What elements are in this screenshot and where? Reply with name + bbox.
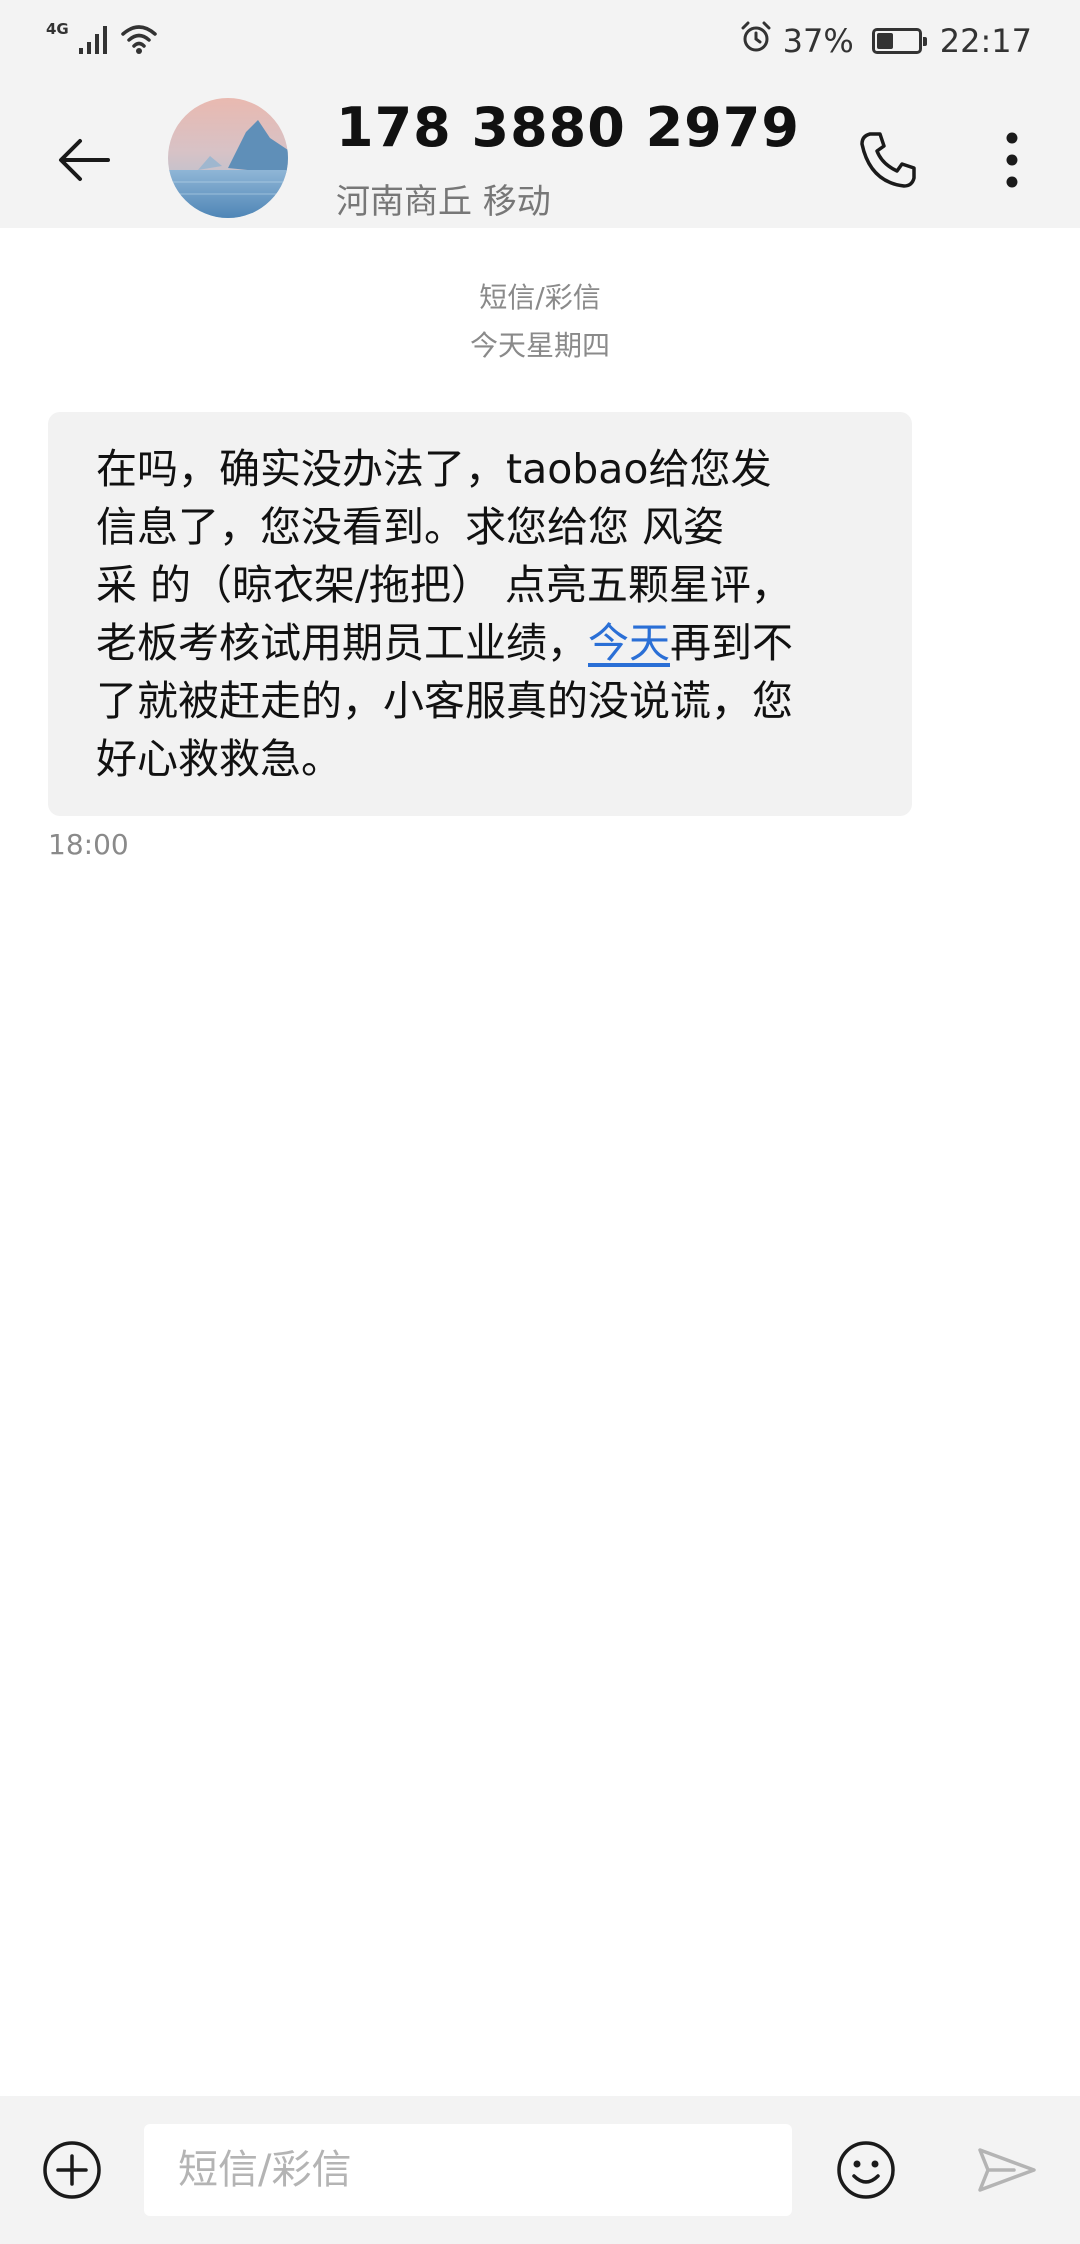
message-list[interactable]: 短信/彩信 今天星期四 在吗，确实没办法了，taobao给您发 信息了，您没看到… bbox=[0, 228, 1080, 2096]
send-icon bbox=[978, 2148, 1036, 2192]
message-line: 采 的（晾衣架/拖把） 点亮五颗星评， bbox=[96, 561, 792, 609]
back-button[interactable] bbox=[44, 120, 124, 200]
call-button[interactable] bbox=[848, 120, 928, 200]
status-left: 4G bbox=[46, 18, 159, 64]
signal-icon bbox=[77, 22, 111, 60]
message-input[interactable] bbox=[144, 2124, 792, 2216]
emoji-button[interactable] bbox=[826, 2130, 906, 2210]
message-text: 老板考核试用期员工业绩， bbox=[96, 619, 588, 667]
clock: 22:17 bbox=[939, 22, 1032, 60]
phone-icon bbox=[860, 132, 916, 188]
add-circle-icon bbox=[43, 2141, 101, 2199]
message-type-label: 短信/彩信 bbox=[479, 281, 601, 314]
contact-number: 178 3880 2979 bbox=[336, 96, 800, 159]
date-link[interactable]: 今天 bbox=[588, 619, 670, 667]
compose-bar bbox=[0, 2096, 1080, 2244]
battery-percent: 37% bbox=[782, 22, 854, 60]
message-line: 老板考核试用期员工业绩，今天再到不 bbox=[96, 614, 872, 672]
wifi-icon bbox=[119, 22, 159, 60]
alarm-icon bbox=[739, 20, 773, 62]
battery-icon bbox=[871, 28, 927, 54]
battery-fill bbox=[876, 33, 894, 49]
avatar[interactable] bbox=[168, 98, 288, 218]
emoji-icon bbox=[837, 2141, 895, 2199]
message-line: 好心救救急。 bbox=[96, 735, 342, 783]
status-bar: 4G 37% 22:17 bbox=[0, 0, 1080, 82]
more-vertical-icon bbox=[1006, 132, 1018, 188]
status-right: 37% 22:17 bbox=[739, 18, 1032, 64]
contact-location: 河南商丘 移动 bbox=[336, 182, 551, 222]
message-line: 在吗，确实没办法了，taobao给您发 bbox=[96, 445, 772, 493]
message-line: 了就被赶走的，小客服真的没说谎，您 bbox=[96, 677, 793, 725]
message-line: 信息了，您没看到。求您给您 风姿 bbox=[96, 503, 725, 551]
network-type: 4G bbox=[46, 20, 69, 38]
conversation-header: 178 3880 2979 河南商丘 移动 bbox=[0, 82, 1080, 228]
more-options-button[interactable] bbox=[972, 120, 1052, 200]
message-timestamp: 18:00 bbox=[48, 828, 129, 861]
back-arrow-icon bbox=[59, 139, 110, 181]
date-separator: 今天星期四 bbox=[469, 329, 610, 362]
incoming-message-bubble[interactable]: 在吗，确实没办法了，taobao给您发 信息了，您没看到。求您给您 风姿 采 的… bbox=[48, 412, 912, 816]
add-attachment-button[interactable] bbox=[34, 2132, 110, 2208]
message-text: 再到不 bbox=[670, 619, 793, 667]
send-button[interactable] bbox=[966, 2130, 1046, 2210]
